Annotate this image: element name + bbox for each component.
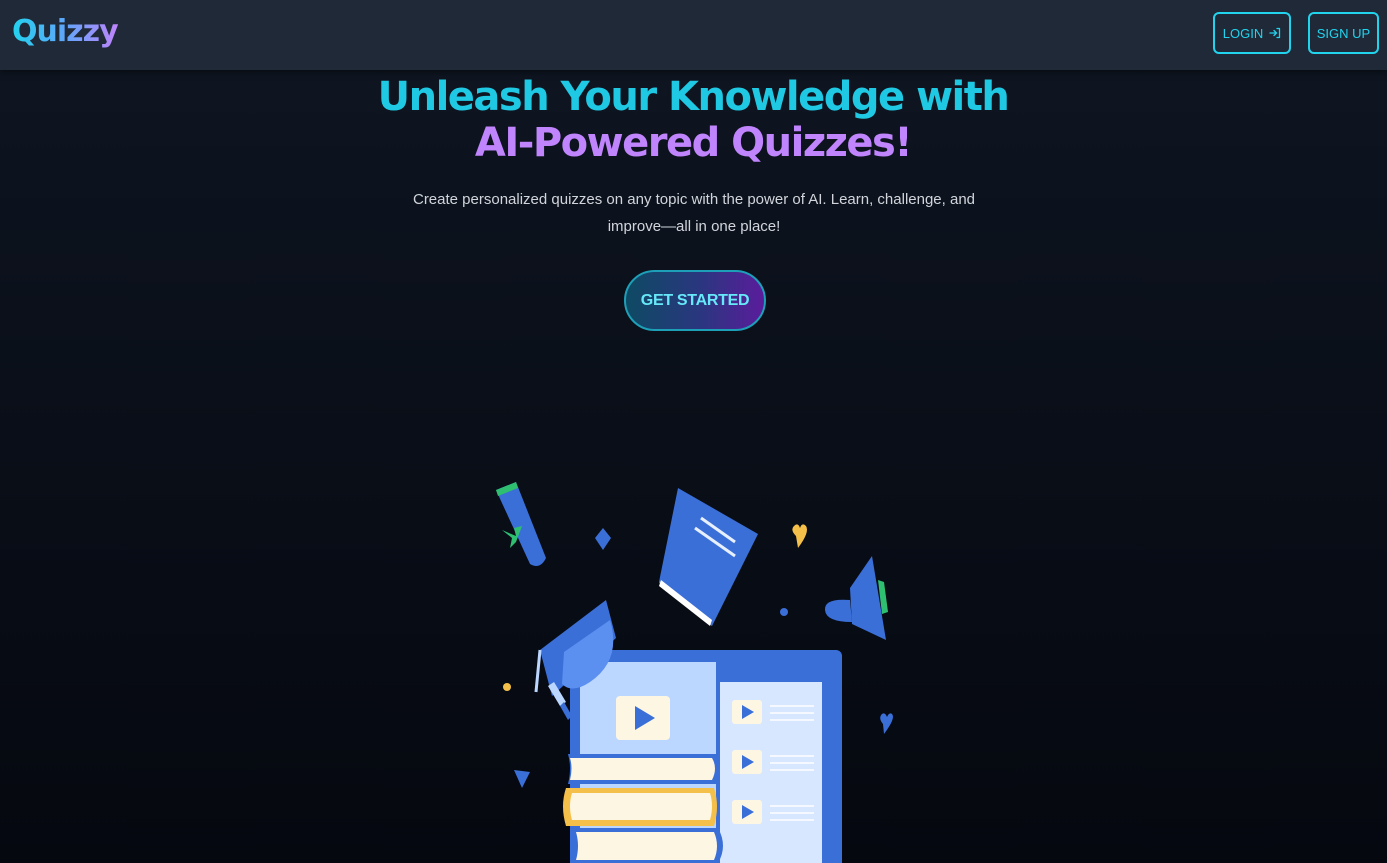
education-illustration [496, 482, 893, 863]
get-started-label: GET STARTED [640, 291, 750, 309]
hero-title-highlight: AI-Powered Quizzes! [474, 120, 913, 166]
yellow-dot-shape [503, 683, 511, 691]
signup-button[interactable]: SIGN UP [1308, 12, 1379, 54]
hero-title-main: Unleash Your Knowledge with [377, 74, 1010, 120]
navbar: Quizzy LOGIN SIGN UP [0, 0, 1387, 70]
login-button-label: LOGIN [1222, 25, 1264, 41]
heart-icon [792, 524, 807, 548]
book-icon [659, 488, 758, 626]
signup-button-label: SIGN UP [1316, 25, 1371, 41]
hero-title: Unleash Your Knowledge with AI-Powered Q… [343, 74, 1043, 166]
diploma-scroll-icon [496, 482, 546, 566]
dot-shape [780, 608, 788, 616]
megaphone-icon [824, 556, 888, 640]
login-arrow-icon [1269, 27, 1281, 39]
login-button[interactable]: LOGIN [1213, 12, 1291, 54]
brand-logo[interactable]: Quizzy [12, 14, 119, 49]
book-stack-icon [563, 754, 723, 863]
hero-subtitle: Create personalized quizzes on any topic… [412, 191, 976, 235]
small-heart-icon [880, 713, 893, 734]
diamond-shape [595, 528, 611, 550]
triangle-shape [514, 770, 530, 788]
get-started-button[interactable]: GET STARTED [624, 270, 766, 331]
